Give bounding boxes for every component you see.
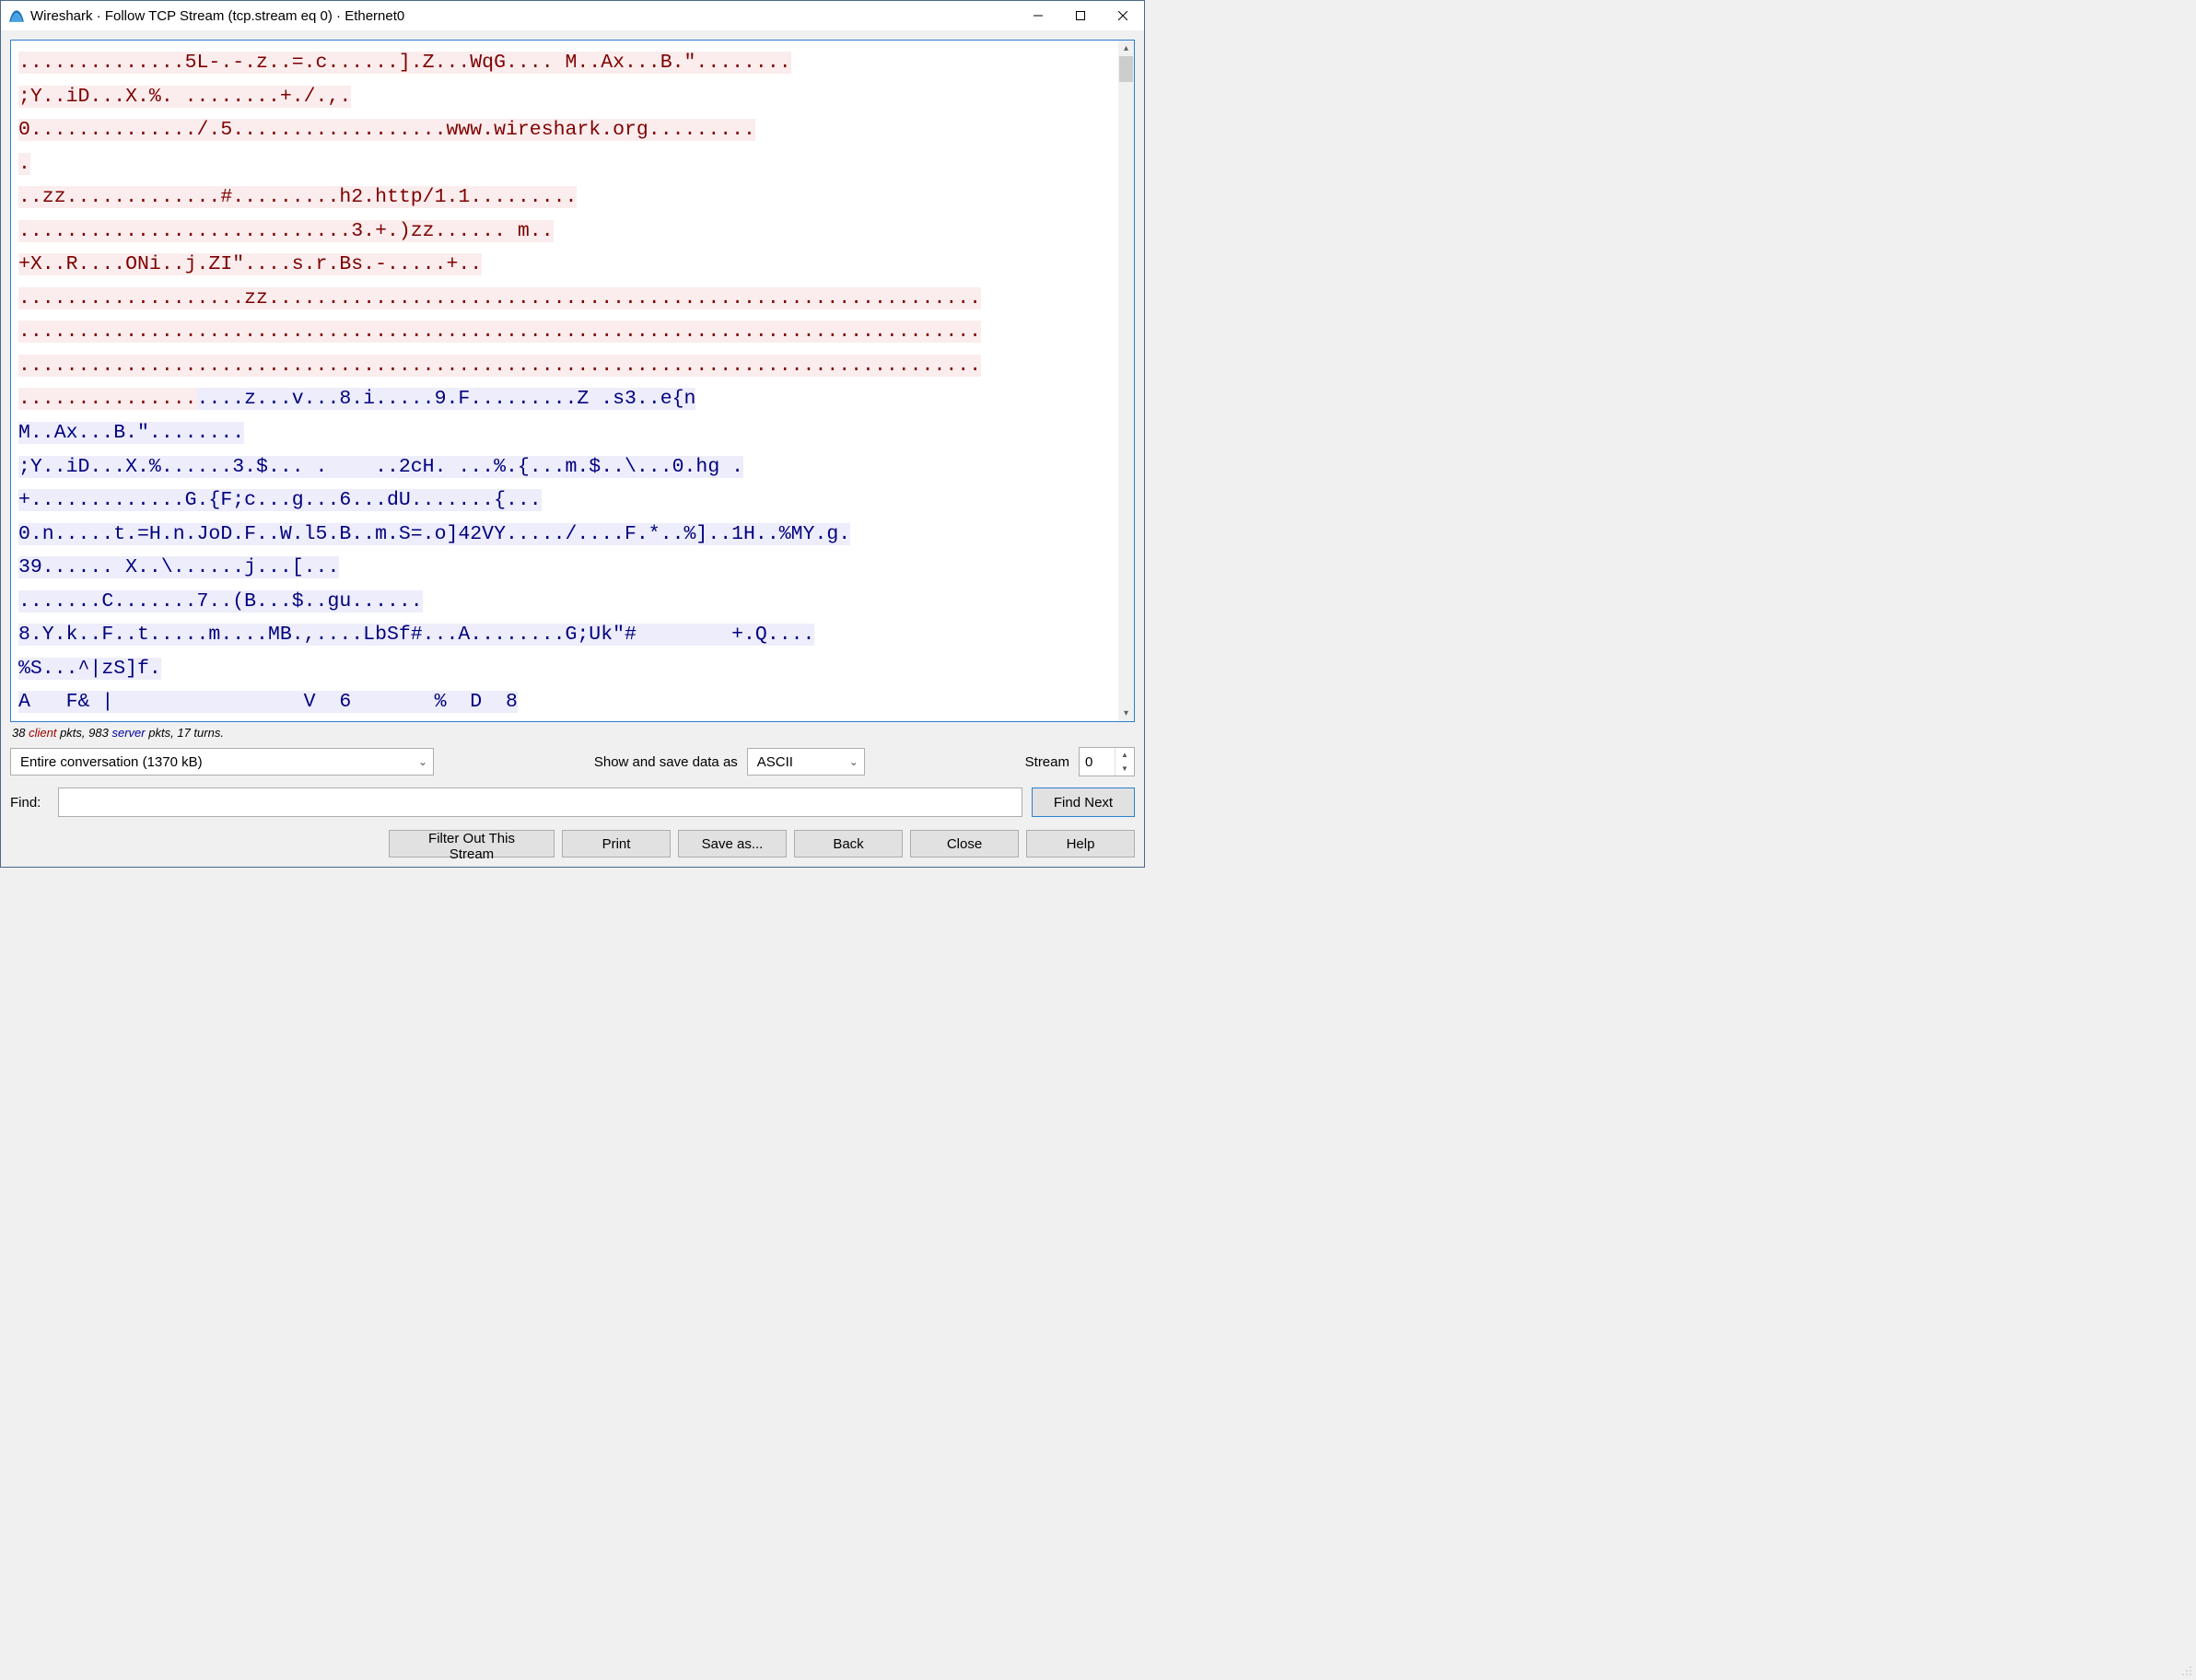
- server-bytes: M..Ax...B."........: [18, 422, 244, 444]
- find-next-button[interactable]: Find Next: [1032, 788, 1135, 817]
- client-bytes: ..............5L-.-.z..=.c......].Z...Wq…: [18, 52, 791, 74]
- server-bytes: 39...... X..\......j...[...: [18, 556, 339, 578]
- client-bytes: ........................................…: [18, 355, 981, 377]
- server-bytes: .......C.......7..(B...$..gu......: [18, 590, 423, 612]
- stream-number-value: 0: [1080, 748, 1115, 776]
- filter-out-stream-button[interactable]: Filter Out This Stream: [389, 830, 555, 858]
- print-button[interactable]: Print: [562, 830, 671, 858]
- data-format-value: ASCII: [757, 754, 793, 770]
- stream-number-spinbox[interactable]: 0 ▲ ▼: [1079, 747, 1135, 776]
- client-bytes: ............................3.+.)zz.....…: [18, 220, 554, 242]
- client-bytes: ...................zz...................…: [18, 287, 981, 309]
- conversation-filter-combo[interactable]: Entire conversation (1370 kB) ⌄: [10, 748, 434, 776]
- find-input[interactable]: [58, 788, 1022, 817]
- server-bytes: 0.n.....t.=H.n.JoD.F..W.l5.B..m.S=.o]42V…: [18, 523, 850, 545]
- scroll-down-icon[interactable]: ▾: [1118, 706, 1134, 721]
- server-bytes: +.............G.{F;c...g...6...dU.......…: [18, 489, 542, 511]
- follow-stream-window: Wireshark · Follow TCP Stream (tcp.strea…: [0, 0, 1145, 868]
- client-bytes: ..zz.............#.........h2.http/1.1..…: [18, 186, 577, 208]
- maximize-button[interactable]: [1059, 1, 1102, 30]
- server-bytes: ....z...v...8.i.....9.F.........Z .s3..e…: [197, 388, 696, 410]
- server-bytes: ;Y..iD...X.%......3.$... . ..2cH. ...%.{…: [18, 456, 743, 478]
- stream-up-icon[interactable]: ▲: [1116, 748, 1134, 762]
- server-bytes: 8.Y.k..F..t.....m....MB.,....LbSf#...A..…: [18, 624, 814, 646]
- chevron-down-icon: ⌄: [418, 755, 427, 768]
- close-window-button[interactable]: [1102, 1, 1144, 30]
- scroll-up-icon[interactable]: ▴: [1118, 41, 1134, 56]
- data-format-combo[interactable]: ASCII ⌄: [747, 748, 865, 776]
- window-title: Wireshark · Follow TCP Stream (tcp.strea…: [30, 8, 404, 24]
- show-data-as-label: Show and save data as: [594, 754, 738, 770]
- client-bytes: +X..R....ONi..j.ZI"....s.r.Bs.-.....+..: [18, 253, 482, 275]
- client-bytes: ........................................…: [18, 321, 981, 343]
- conversation-filter-value: Entire conversation (1370 kB): [20, 754, 203, 770]
- stream-number-label: Stream: [1025, 754, 1069, 770]
- client-bytes: .: [18, 153, 30, 175]
- stream-down-icon[interactable]: ▼: [1116, 762, 1134, 776]
- find-label: Find:: [10, 795, 49, 811]
- client-bytes: ;Y..iD...X.%. ........+./.,.: [18, 86, 351, 108]
- chevron-down-icon: ⌄: [849, 755, 859, 768]
- help-button[interactable]: Help: [1026, 830, 1135, 858]
- close-button[interactable]: Close: [910, 830, 1019, 858]
- titlebar[interactable]: Wireshark · Follow TCP Stream (tcp.strea…: [1, 1, 1144, 30]
- wireshark-icon: [8, 7, 25, 24]
- stream-content[interactable]: ..............5L-.-.z..=.c......].Z...Wq…: [11, 41, 1118, 721]
- save-as-button[interactable]: Save as...: [678, 830, 787, 858]
- server-bytes: %S...^|zS]f.: [18, 658, 161, 680]
- server-bytes: A F& | V 6 % D 8: [18, 691, 518, 713]
- client-bytes: ...............: [18, 388, 197, 410]
- scrollbar-thumb[interactable]: [1119, 56, 1133, 82]
- vertical-scrollbar[interactable]: ▴ ▾: [1118, 41, 1134, 721]
- resize-grip-icon[interactable]: [2179, 1663, 2192, 1676]
- minimize-button[interactable]: [1017, 1, 1059, 30]
- client-bytes: 0............../.5..................www.…: [18, 119, 755, 141]
- back-button[interactable]: Back: [794, 830, 903, 858]
- packet-stats: 38 client pkts, 983 server pkts, 17 turn…: [10, 722, 1135, 745]
